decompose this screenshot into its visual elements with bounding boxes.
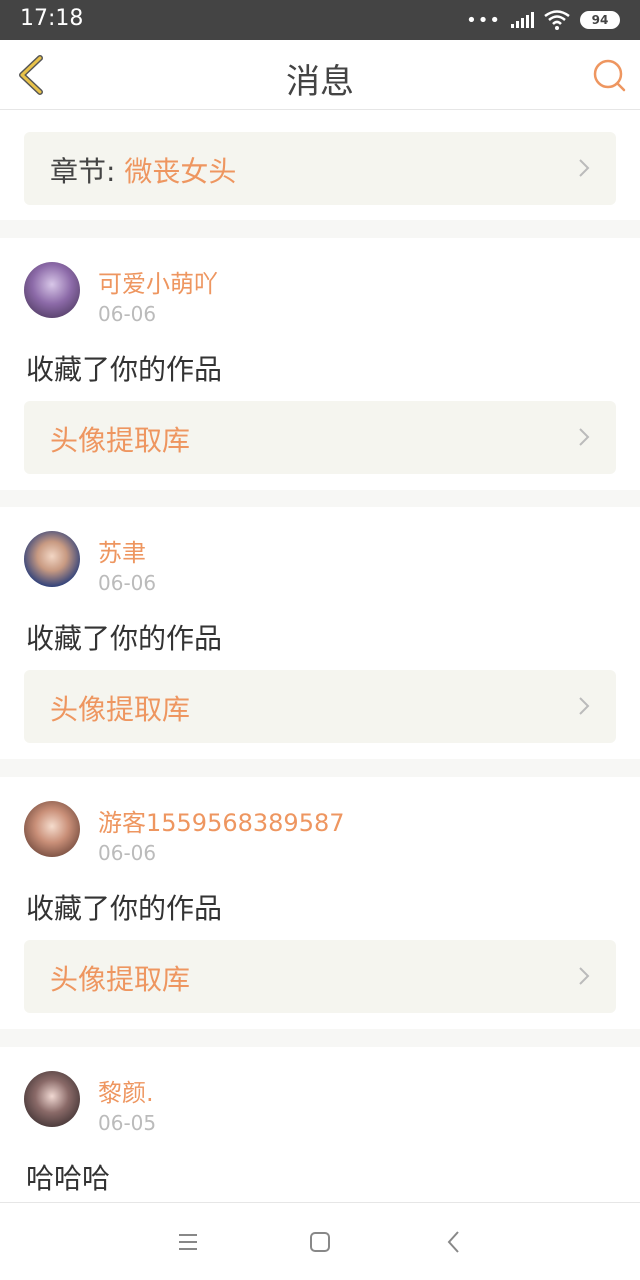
avatar[interactable] xyxy=(24,801,80,857)
work-link[interactable]: 头像提取库 xyxy=(24,670,616,743)
username[interactable]: 可爱小萌吖 xyxy=(98,264,218,299)
message-text: 收藏了你的作品 xyxy=(26,622,223,655)
chevron-right-icon xyxy=(579,967,590,985)
username[interactable]: 苏聿 xyxy=(98,533,146,568)
message-list[interactable]: 章节: 微丧女头 可爱小萌吖 06-06 收藏了你的作品 头像提取库 苏聿 06… xyxy=(0,110,640,1202)
chapter-label: 章节: 微丧女头 xyxy=(50,155,237,188)
message-card: 苏聿 06-06 收藏了你的作品 头像提取库 xyxy=(0,507,640,759)
message-text: 哈哈哈 xyxy=(26,1162,111,1195)
chapter-link[interactable]: 章节: 微丧女头 xyxy=(24,132,616,205)
chevron-right-icon xyxy=(579,428,590,446)
work-link-label: 头像提取库 xyxy=(50,963,191,996)
message-date: 06-06 xyxy=(98,302,157,326)
message-text: 收藏了你的作品 xyxy=(26,892,223,925)
message-card: 黎颜. 06-05 哈哈哈 xyxy=(0,1047,640,1202)
message-date: 06-06 xyxy=(98,841,157,865)
chevron-right-icon xyxy=(579,697,590,715)
chevron-right-icon xyxy=(579,159,590,177)
wifi-icon xyxy=(544,10,570,30)
message-date: 06-05 xyxy=(98,1111,157,1135)
system-nav-bar xyxy=(0,1202,640,1280)
username[interactable]: 黎颜. xyxy=(98,1073,154,1108)
message-text: 收藏了你的作品 xyxy=(26,353,223,386)
search-icon[interactable] xyxy=(588,54,630,96)
menu-icon[interactable] xyxy=(175,1229,201,1255)
signal-icon xyxy=(511,12,534,28)
status-icons: ••• 94 xyxy=(466,8,620,32)
avatar[interactable] xyxy=(24,262,80,318)
avatar[interactable] xyxy=(24,531,80,587)
avatar[interactable] xyxy=(24,1071,80,1127)
more-dots-icon: ••• xyxy=(466,9,501,31)
message-date: 06-06 xyxy=(98,571,157,595)
page-title: 消息 xyxy=(286,62,354,102)
work-link[interactable]: 头像提取库 xyxy=(24,940,616,1013)
home-square-icon[interactable] xyxy=(307,1229,333,1255)
status-time: 17:18 xyxy=(20,6,84,31)
message-card: 章节: 微丧女头 xyxy=(0,110,640,220)
work-link-label: 头像提取库 xyxy=(50,693,191,726)
work-link[interactable]: 头像提取库 xyxy=(24,401,616,474)
work-link-label: 头像提取库 xyxy=(50,424,191,457)
header: 消息 xyxy=(0,40,640,110)
back-triangle-icon[interactable] xyxy=(441,1229,467,1255)
message-card: 游客1559568389587 06-06 收藏了你的作品 头像提取库 xyxy=(0,777,640,1029)
battery-icon: 94 xyxy=(580,11,620,29)
username[interactable]: 游客1559568389587 xyxy=(98,803,345,838)
message-card: 可爱小萌吖 06-06 收藏了你的作品 头像提取库 xyxy=(0,238,640,490)
status-bar: 17:18 ••• 94 xyxy=(0,0,640,40)
